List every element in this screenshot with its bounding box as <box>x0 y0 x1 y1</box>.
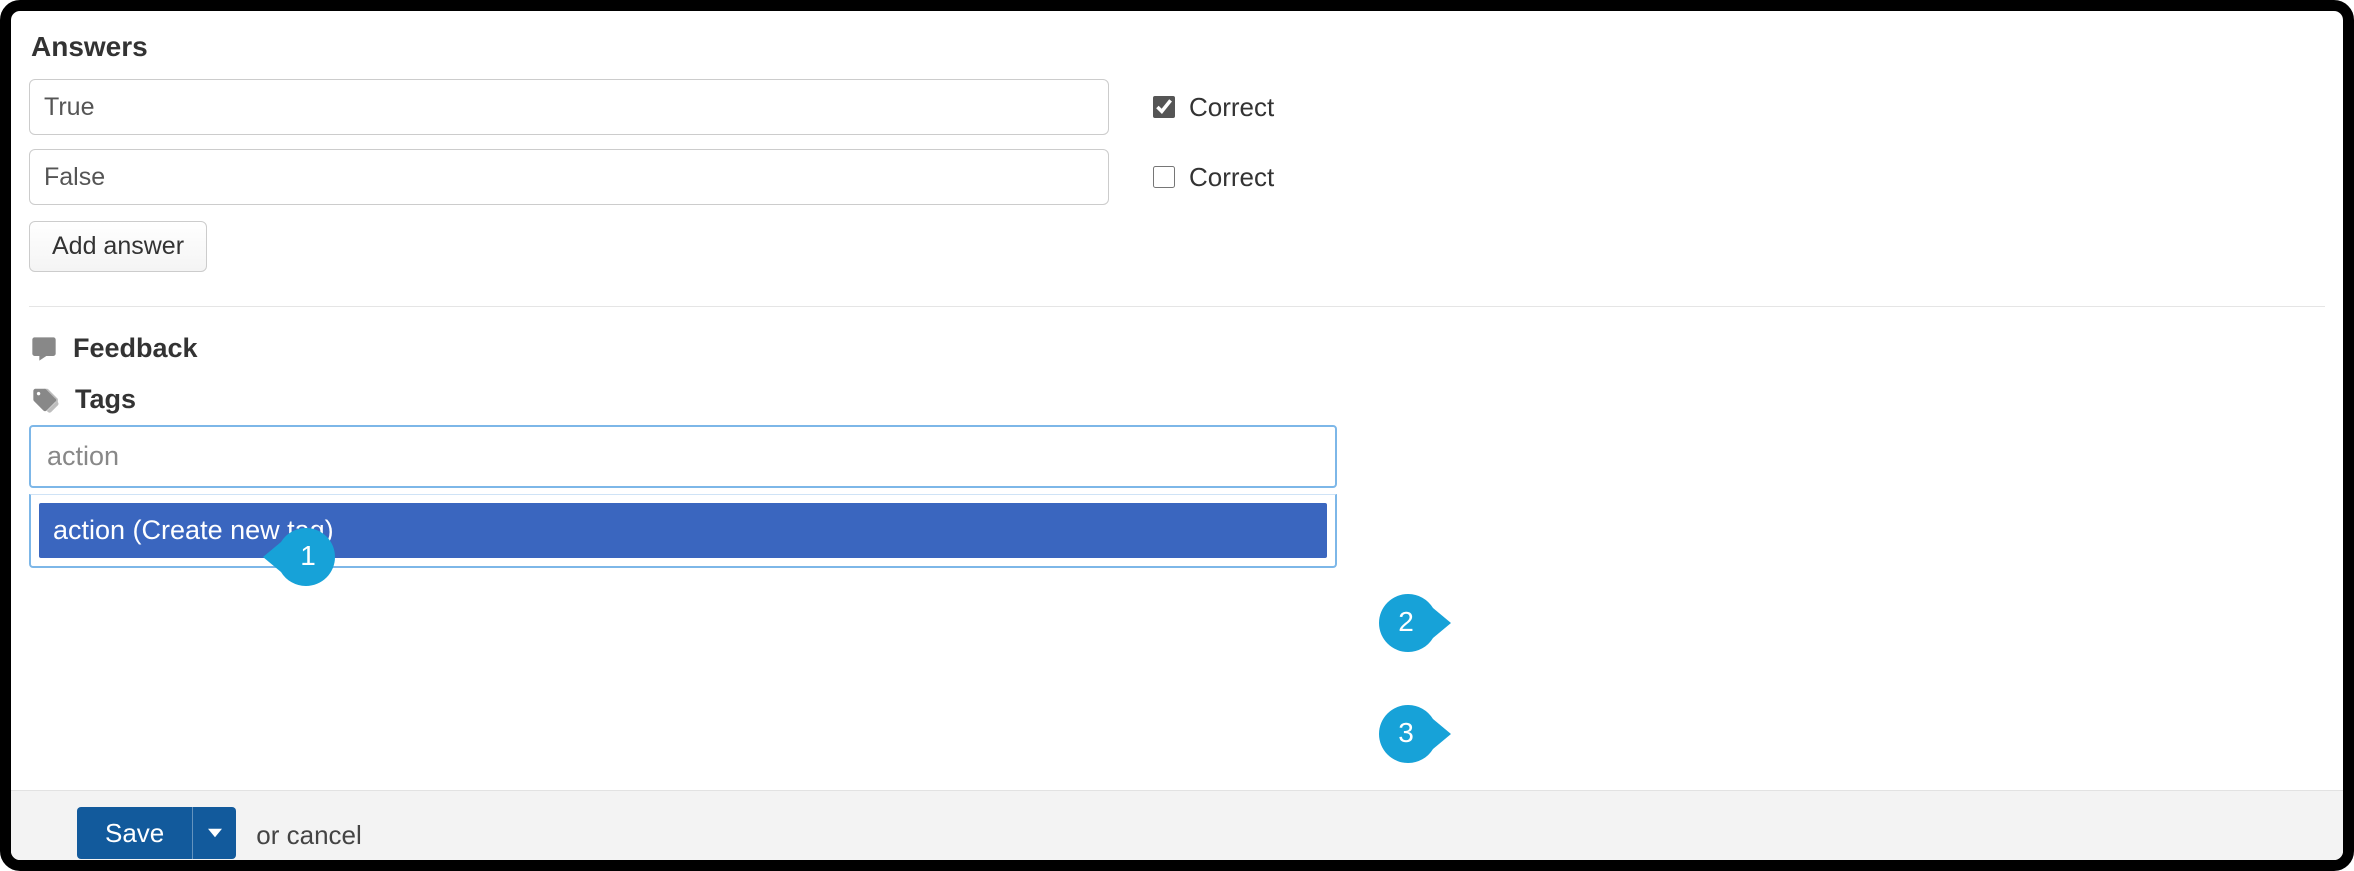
comment-icon <box>29 335 59 363</box>
answers-heading: Answers <box>31 31 2325 63</box>
caret-down-icon <box>208 826 222 841</box>
cancel-link[interactable]: cancel <box>287 820 362 850</box>
tag-input-wrap <box>29 425 1337 488</box>
cancel-text: or cancel <box>256 816 362 851</box>
add-answer-button[interactable]: Add answer <box>29 221 207 272</box>
feedback-label: Feedback <box>73 333 198 364</box>
correct-wrap-1: Correct <box>1149 92 1274 123</box>
correct-label-2: Correct <box>1189 162 1274 193</box>
tags-area: action (Create new tag) <box>29 425 1337 568</box>
annotation-2: 2 <box>1379 594 1451 652</box>
tags-label: Tags <box>75 384 136 415</box>
tag-dropdown: action (Create new tag) <box>29 494 1337 568</box>
save-split-button: Save <box>77 807 236 859</box>
save-bar: Save or cancel <box>11 790 2343 860</box>
feedback-row[interactable]: Feedback <box>29 333 2325 364</box>
save-button[interactable]: Save <box>77 807 192 859</box>
answer-input-2[interactable] <box>29 149 1109 205</box>
correct-checkbox-2[interactable] <box>1153 166 1175 188</box>
divider <box>29 306 2325 307</box>
answer-row: Correct <box>29 79 2325 135</box>
correct-checkbox-1[interactable] <box>1153 96 1175 118</box>
answer-input-1[interactable] <box>29 79 1109 135</box>
tag-option-create[interactable]: action (Create new tag) <box>39 503 1327 558</box>
correct-wrap-2: Correct <box>1149 162 1274 193</box>
editor-frame: Answers Correct Correct Add answer Feedb… <box>0 0 2354 871</box>
annotation-3: 3 <box>1379 705 1451 763</box>
tags-row[interactable]: Tags <box>29 384 2325 415</box>
tag-input[interactable] <box>35 431 1331 482</box>
correct-label-1: Correct <box>1189 92 1274 123</box>
answer-row: Correct <box>29 149 2325 205</box>
save-caret-button[interactable] <box>192 807 236 859</box>
tags-icon <box>29 386 61 414</box>
